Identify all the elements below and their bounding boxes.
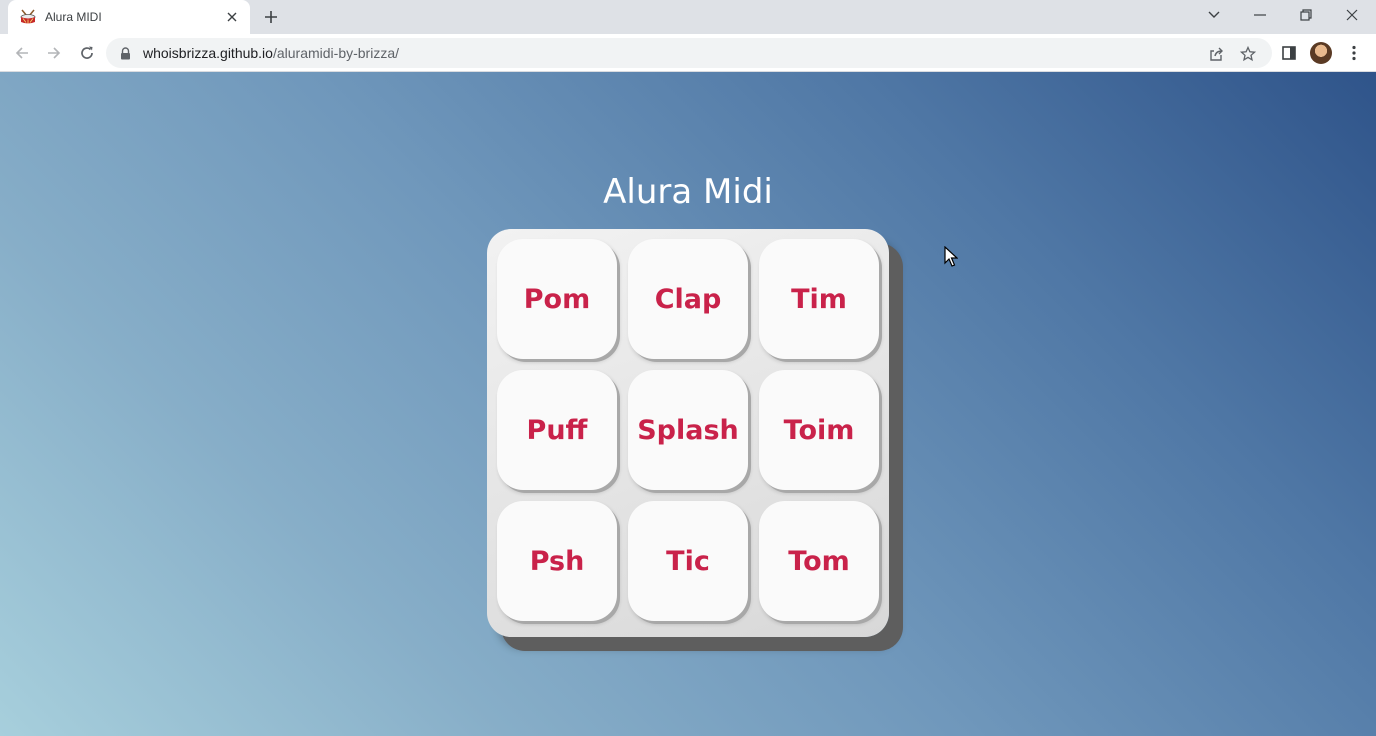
pad-button-puff[interactable]: Puff [497,370,617,490]
page-title: Alura Midi [603,172,773,212]
back-arrow-icon [15,47,28,59]
pad-button-pom[interactable]: Pom [497,239,617,359]
chevron-down-icon [1208,11,1220,18]
pad-button-psh[interactable]: Psh [497,501,617,621]
close-icon [1346,9,1358,21]
page-viewport: Alura Midi Pom Clap Tim Puff Splash Toim… [0,72,1376,736]
pad-button-tim[interactable]: Tim [759,239,879,359]
profile-button[interactable] [1309,41,1333,65]
reload-icon [81,46,93,59]
side-panel-button[interactable] [1277,41,1301,65]
close-window-button[interactable] [1340,5,1364,25]
mouse-cursor-icon [944,246,958,267]
url-text: whoisbrizza.github.io/aluramidi-by-brizz… [143,45,399,61]
star-icon[interactable] [1239,45,1257,63]
menu-button[interactable] [1342,41,1366,65]
lock-icon [120,46,134,60]
drum-icon [20,9,36,25]
forward-arrow-icon [48,47,61,59]
address-bar[interactable]: whoisbrizza.github.io/aluramidi-by-brizz… [106,38,1272,68]
back-button[interactable] [10,41,34,65]
pad-button-clap[interactable]: Clap [628,239,748,359]
url-host: whoisbrizza.github.io [143,45,273,61]
pad-button-tic[interactable]: Tic [628,501,748,621]
forward-button[interactable] [42,41,66,65]
avatar [1310,42,1332,64]
pad-button-toim[interactable]: Toim [759,370,879,490]
new-tab-button[interactable] [262,8,280,26]
side-panel-icon [1282,46,1296,60]
share-icon[interactable] [1207,45,1225,63]
tab-strip: Alura MIDI [0,0,1376,34]
close-icon[interactable] [224,9,240,25]
minimize-icon [1254,14,1266,16]
restore-icon [1300,9,1312,21]
url-path: /aluramidi-by-brizza/ [272,45,400,61]
restore-button[interactable] [1294,5,1318,25]
pad-button-splash[interactable]: Splash [628,370,748,490]
minimize-button[interactable] [1248,5,1272,25]
tab-title: Alura MIDI [45,10,102,24]
tab-search-button[interactable] [1202,5,1226,25]
reload-button[interactable] [75,41,99,65]
plus-icon [265,11,277,23]
browser-tab[interactable]: Alura MIDI [8,0,250,34]
kebab-menu-icon [1352,45,1356,61]
midi-pad-board: Pom Clap Tim Puff Splash Toim Psh Tic To… [487,229,889,637]
browser-toolbar: whoisbrizza.github.io/aluramidi-by-brizz… [0,34,1376,72]
pad-button-tom[interactable]: Tom [759,501,879,621]
pad-grid: Pom Clap Tim Puff Splash Toim Psh Tic To… [497,239,879,621]
